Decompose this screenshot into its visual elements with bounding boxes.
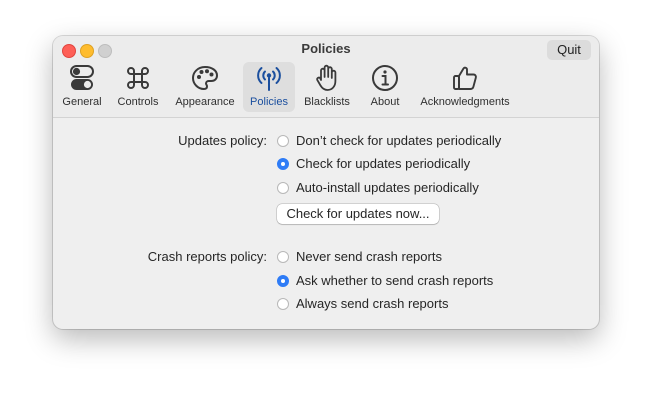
radio-label: Check for updates periodically [296,156,471,171]
info-circle-icon [370,63,400,93]
tab-about-label: About [370,96,400,108]
preferences-window: Policies Quit General Controls Appearanc… [53,36,599,329]
command-key-icon [123,63,153,93]
radio-label: Always send crash reports [296,296,449,311]
radio-button[interactable] [277,182,289,194]
radio-button-selected[interactable] [277,158,289,170]
tab-about[interactable]: About [361,62,409,112]
radio-label: Never send crash reports [296,249,442,264]
preferences-tabs: General Controls Appearance Policies Bla… [53,62,599,112]
radio-label: Ask whether to send crash reports [296,273,494,288]
palette-icon [190,63,220,93]
updates-policy-label: Updates policy: [178,133,267,148]
tab-acknowledgments-label: Acknowledgments [420,96,510,108]
tab-controls-label: Controls [117,96,159,108]
thumbs-up-icon [450,63,480,93]
crash-reports-policy-label: Crash reports policy: [147,249,267,264]
toggle-switches-icon [67,63,97,93]
toolbar: Policies Quit General Controls Appearanc… [53,36,599,118]
tab-general[interactable]: General [57,62,107,112]
radio-button[interactable] [277,251,289,263]
radio-button[interactable] [277,298,289,310]
radio-button-selected[interactable] [277,275,289,287]
tab-appearance-label: Appearance [175,96,235,108]
tab-policies[interactable]: Policies [243,62,295,112]
tab-blacklists-label: Blacklists [304,96,350,108]
tab-blacklists[interactable]: Blacklists [301,62,353,112]
tab-acknowledgments[interactable]: Acknowledgments [415,62,515,112]
window-title: Policies [301,41,351,56]
raised-hand-icon [312,63,342,93]
policies-pane: Updates policy: Don’t check for updates … [53,118,599,329]
radio-label: Don’t check for updates periodically [296,133,502,148]
tab-controls[interactable]: Controls [113,62,163,112]
tab-appearance[interactable]: Appearance [171,62,239,112]
radio-button[interactable] [277,135,289,147]
tab-policies-label: Policies [250,96,288,108]
quit-button[interactable]: Quit [547,40,591,60]
radio-label: Auto-install updates periodically [296,180,479,195]
antenna-broadcast-icon [254,63,284,93]
tab-general-label: General [62,96,102,108]
check-for-updates-button[interactable]: Check for updates now... [277,204,439,224]
